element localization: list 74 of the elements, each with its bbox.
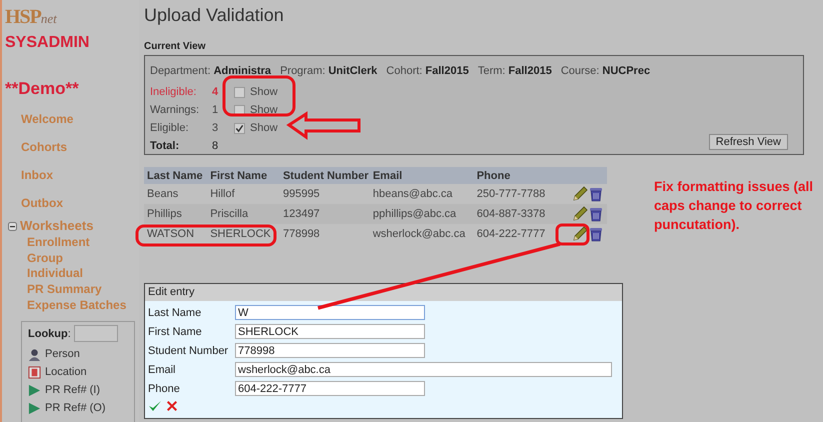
column-header: Phone bbox=[474, 167, 569, 184]
table-cell: pphillips@abc.ca bbox=[370, 204, 474, 224]
filter-text: Cohort: Fall2015 bbox=[386, 65, 469, 77]
table-cell: 995995 bbox=[280, 184, 370, 204]
count-value: 4 bbox=[212, 86, 220, 98]
count-label: Ineligible: bbox=[150, 86, 198, 98]
section-heading: Current View bbox=[144, 41, 206, 52]
show-checkbox[interactable] bbox=[234, 86, 245, 98]
field-label: Last Name bbox=[148, 306, 202, 318]
input-field[interactable]: wsherlock@abc.ca bbox=[235, 362, 612, 377]
count-value: 8 bbox=[212, 140, 220, 152]
filter-text: Term: Fall2015 bbox=[478, 65, 552, 77]
lookup-link[interactable]: PR Ref# (O) bbox=[45, 402, 106, 414]
table-cell: 123497 bbox=[280, 204, 370, 224]
input-field[interactable]: W bbox=[235, 305, 425, 320]
filter-text: Course: NUCPrec bbox=[560, 65, 650, 77]
refresh-button[interactable]: Refresh View bbox=[708, 134, 788, 150]
lookup-link[interactable]: PR Ref# (I) bbox=[45, 384, 100, 396]
annotation-note: Fix formatting issues (all caps change to correct puncutation). bbox=[654, 178, 814, 234]
collapse-icon[interactable] bbox=[8, 222, 17, 230]
count-value: 1 bbox=[212, 104, 220, 116]
trash-icon[interactable] bbox=[588, 186, 603, 202]
annotation-outline bbox=[556, 224, 590, 246]
dialog-title: Edit entry bbox=[145, 284, 622, 301]
table-cell: wsherlock@abc.ca bbox=[370, 224, 474, 244]
field-label: Phone bbox=[148, 382, 181, 394]
count-label: Eligible: bbox=[150, 122, 190, 134]
lookup-link[interactable]: Location bbox=[45, 366, 87, 378]
trash-icon[interactable] bbox=[588, 206, 603, 222]
table-cell: WATSON bbox=[144, 224, 208, 244]
table-cell: hbeans@abc.ca bbox=[370, 184, 474, 204]
logo: HSPnet bbox=[5, 7, 58, 27]
building-icon[interactable] bbox=[28, 366, 41, 379]
show-checkbox[interactable] bbox=[234, 122, 245, 134]
table-cell: Phillips bbox=[144, 204, 208, 224]
trash-icon[interactable] bbox=[588, 226, 603, 242]
table-cell: Priscilla bbox=[207, 204, 280, 224]
input-field[interactable]: SHERLOCK bbox=[235, 324, 425, 339]
pencil-icon[interactable] bbox=[572, 226, 588, 242]
table-cell: 250-777-7788 bbox=[474, 184, 569, 204]
table-cell: 604-222-7777 bbox=[474, 224, 569, 244]
input-field[interactable]: 604-222-7777 bbox=[235, 381, 425, 396]
count-label: Warnings: bbox=[150, 104, 200, 116]
checkbox-label: Show bbox=[250, 122, 278, 134]
pencil-icon[interactable] bbox=[572, 186, 588, 202]
filter-text: Department: Administra bbox=[150, 65, 272, 77]
input-field[interactable]: 778998 bbox=[235, 343, 425, 358]
column-header: First Name bbox=[207, 167, 280, 184]
checkbox-label: Show bbox=[250, 86, 278, 98]
field-label: Student Number bbox=[148, 344, 230, 356]
person-icon[interactable] bbox=[28, 348, 41, 361]
column-header: Student Number bbox=[280, 167, 370, 184]
table-cell: Hillof bbox=[207, 184, 280, 204]
table-cell: 604-887-3378 bbox=[474, 204, 569, 224]
count-label: Total: bbox=[150, 140, 180, 152]
role-label: SYSADMIN bbox=[5, 34, 90, 52]
column-header: Email bbox=[370, 167, 474, 184]
lookup-link[interactable]: Person bbox=[45, 348, 80, 360]
table-cell: 778998 bbox=[280, 224, 370, 244]
page-title: Upload Validation bbox=[144, 5, 285, 26]
column-header: Last Name bbox=[144, 167, 208, 184]
checkmark-icon[interactable] bbox=[148, 399, 162, 413]
lookup-label: Lookup: bbox=[28, 328, 71, 340]
count-value: 3 bbox=[212, 122, 220, 134]
table-cell: SHERLOCK bbox=[207, 224, 280, 244]
close-icon[interactable] bbox=[166, 400, 178, 412]
lookup-field[interactable] bbox=[74, 325, 118, 342]
context-label: **Demo** bbox=[5, 79, 80, 99]
table-cell: Beans bbox=[144, 184, 208, 204]
field-label: Email bbox=[148, 364, 177, 376]
filter-text: Program: UnitClerk bbox=[280, 65, 378, 77]
checkbox-label: Show bbox=[250, 104, 278, 116]
pencil-icon[interactable] bbox=[572, 206, 588, 222]
field-label: First Name bbox=[148, 326, 203, 338]
